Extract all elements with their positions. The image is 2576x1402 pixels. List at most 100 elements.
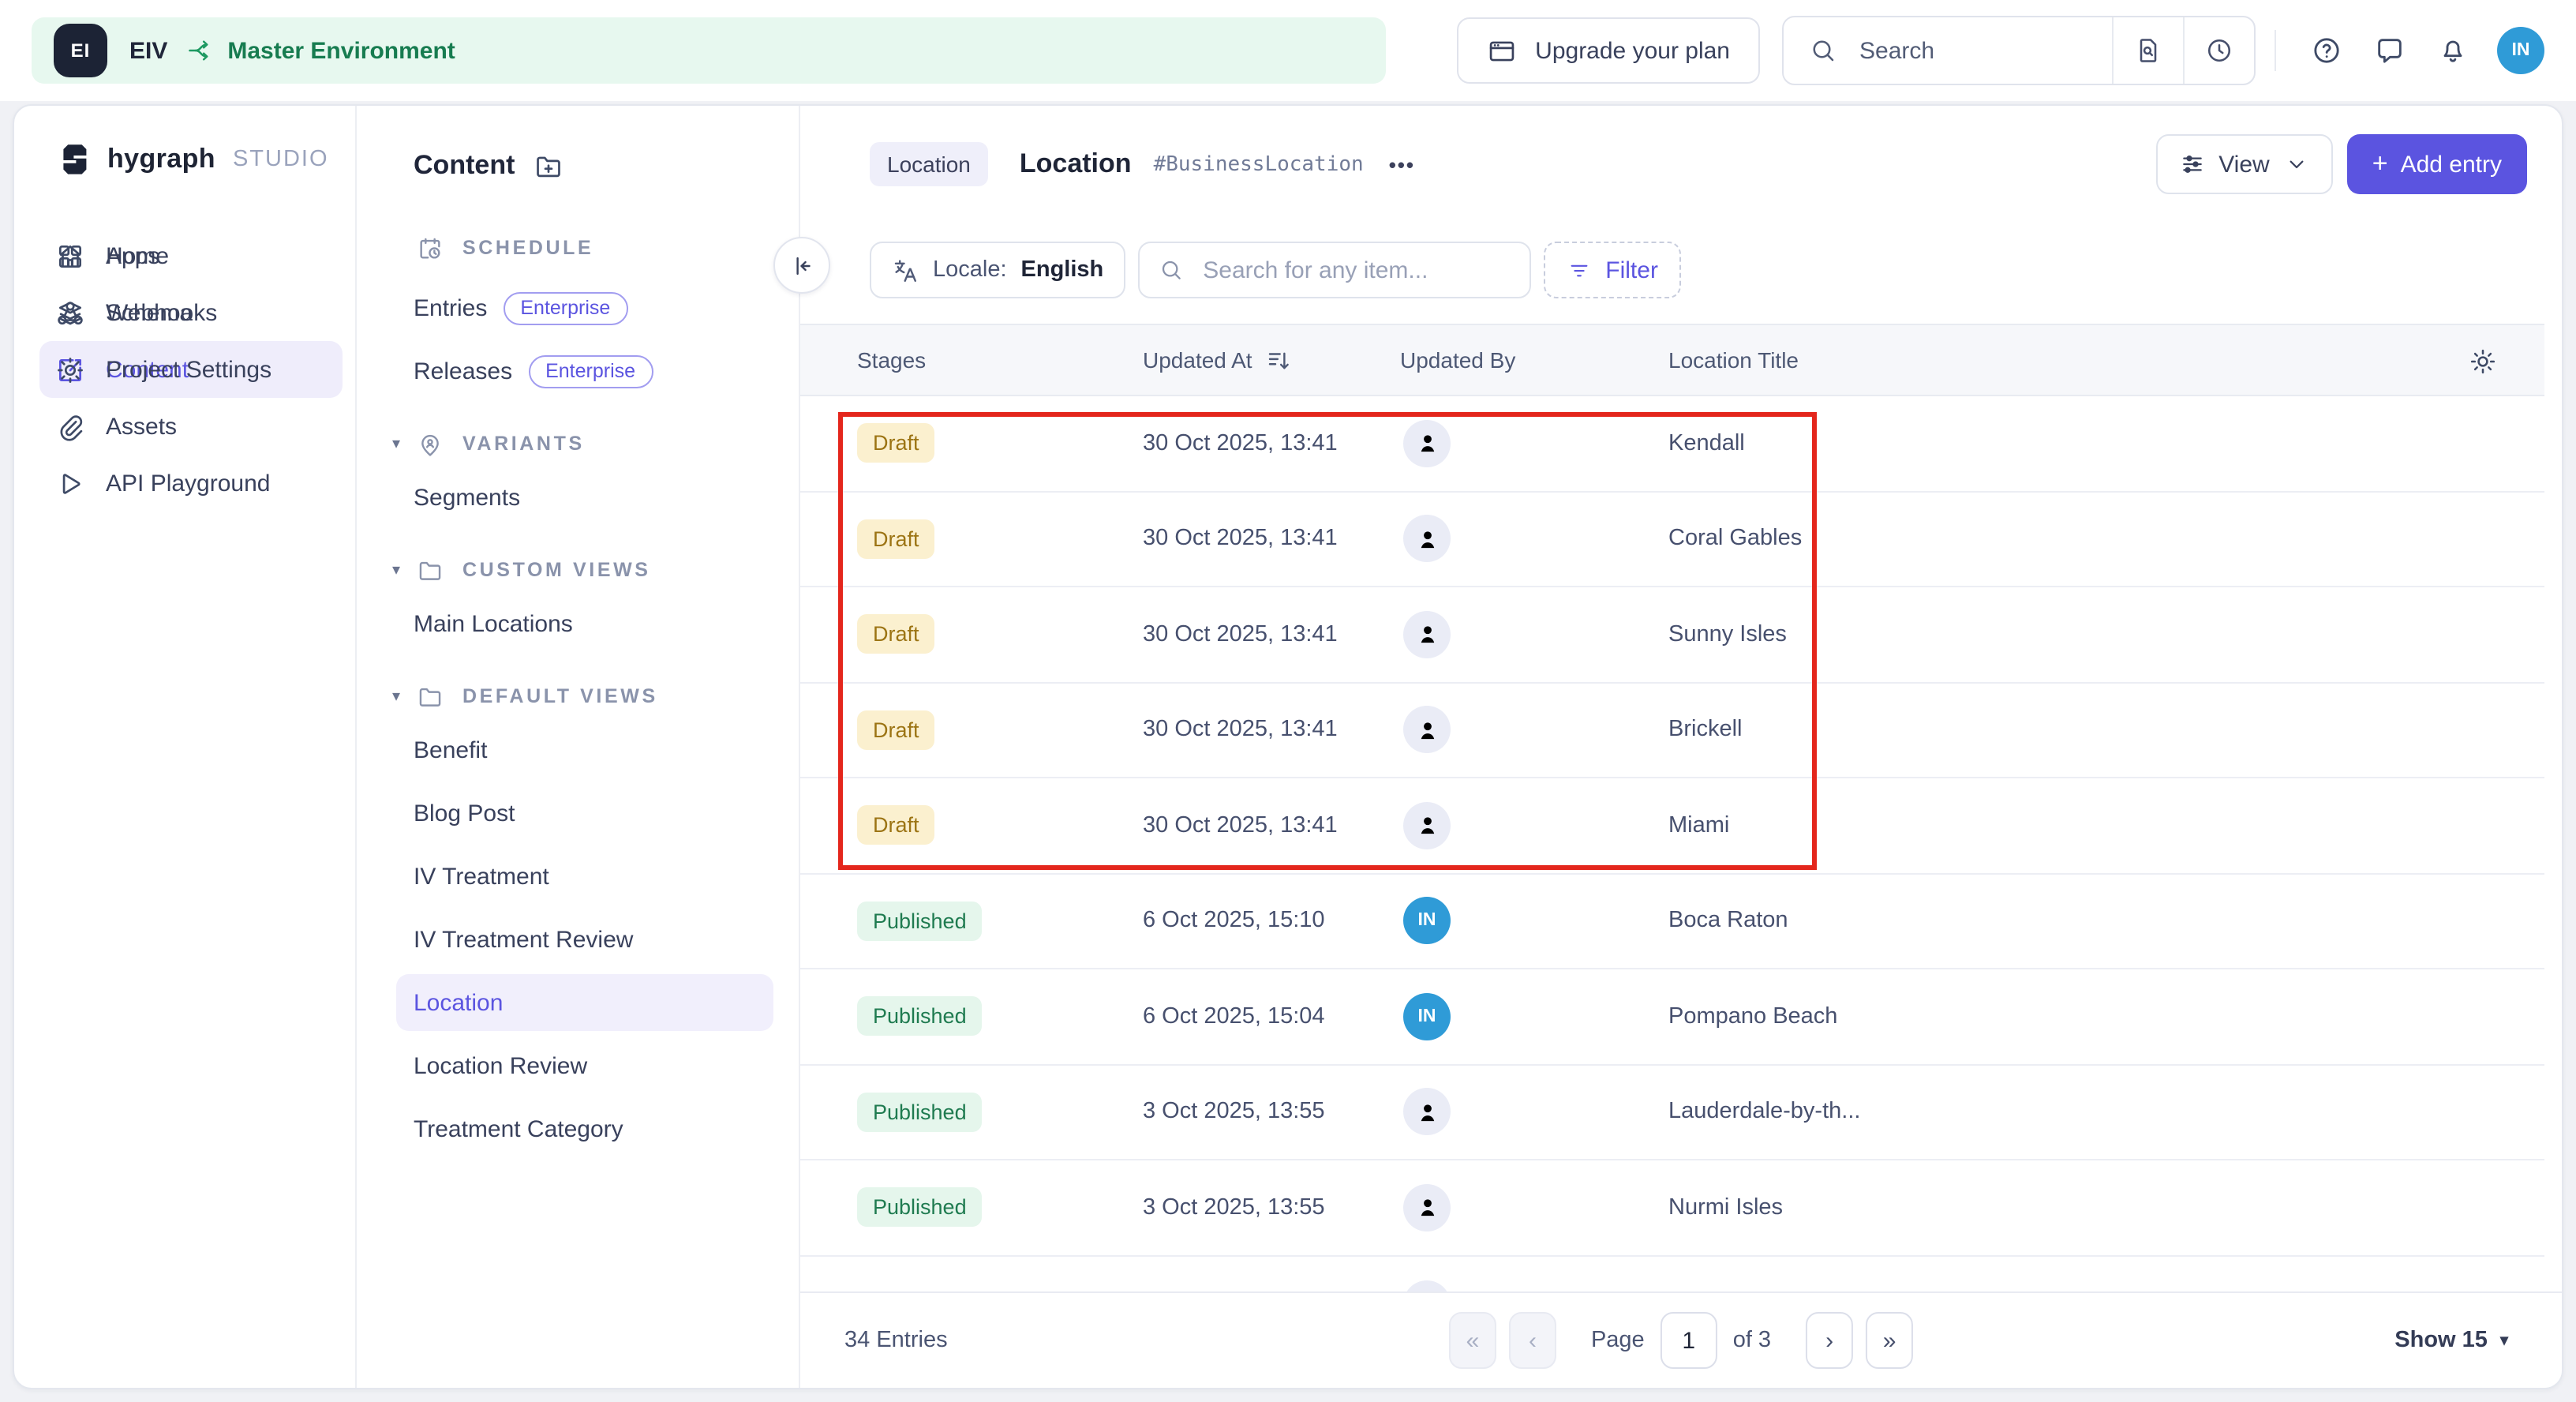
user-avatar[interactable]: IN [2497, 27, 2544, 74]
table-row-brickell[interactable]: Draft 30 Oct 2025, 13:41 Brickell [800, 683, 2544, 778]
locale-selector[interactable]: Locale: English [870, 242, 1125, 298]
table-row-partial[interactable] [800, 1256, 2544, 1296]
view-item-iv-treatment[interactable]: IV Treatment [396, 848, 773, 905]
filter-button[interactable]: Filter [1544, 242, 1682, 298]
sidebar-item-apps[interactable]: Apps [39, 227, 343, 284]
section-label: VARIANTS [462, 433, 585, 455]
view-item-treatment-category[interactable]: Treatment Category [396, 1100, 773, 1157]
table-row-boca-raton[interactable]: Published 6 Oct 2025, 15:10 IN Boca Rato… [800, 874, 2544, 969]
page-number-input[interactable] [1661, 1312, 1717, 1369]
next-page-button[interactable]: › [1806, 1312, 1853, 1369]
section-schedule: ▾ SCHEDULE Entries Enterprise Releases E… [357, 229, 799, 399]
section-header-schedule[interactable]: ▾ SCHEDULE [357, 229, 799, 267]
location-title-cell: Nurmi Isles [1668, 1195, 2544, 1220]
view-item-benefit[interactable]: Benefit [396, 722, 773, 778]
upgrade-plan-label: Upgrade your plan [1535, 37, 1730, 64]
location-title-cell: Brickell [1668, 718, 2544, 743]
stage-badge: Draft [857, 615, 935, 654]
filter-button-label: Filter [1605, 257, 1658, 283]
view-item-releases[interactable]: Releases Enterprise [396, 343, 773, 399]
sidebar-item-label: Apps [106, 242, 159, 269]
help-button[interactable] [2295, 19, 2358, 82]
add-entry-label: Add entry [2401, 151, 2502, 178]
table-row-kendall[interactable]: Draft 30 Oct 2025, 13:41 Kendall [800, 396, 2544, 492]
stage-badge: Published [857, 997, 983, 1037]
enterprise-badge: Enterprise [503, 291, 627, 324]
main-sidebar: hygraph STUDIO Home Schema Content Asset… [14, 106, 357, 1388]
updated-at-cell: 6 Oct 2025, 15:04 [1143, 1004, 1400, 1029]
sidebar-item-project-settings[interactable]: Project Settings [39, 341, 343, 398]
item-search-input[interactable] [1200, 255, 1520, 285]
caret-down-icon: ▾ [379, 561, 414, 579]
notifications-button[interactable] [2421, 19, 2484, 82]
collapse-panel-button[interactable] [773, 237, 830, 294]
view-item-label: Releases [414, 358, 512, 384]
prev-page-button[interactable]: ‹ [1509, 1312, 1556, 1369]
table-row-pompano-beach[interactable]: Published 6 Oct 2025, 15:04 IN Pompano B… [800, 969, 2544, 1065]
page-of-label: of 3 [1733, 1328, 1771, 1353]
location-title-cell: Boca Raton [1668, 909, 2544, 934]
column-header-updated-at[interactable]: Updated At [1143, 347, 1400, 373]
avatar [1403, 515, 1451, 563]
project-avatar[interactable]: EI [54, 24, 107, 77]
upgrade-plan-button[interactable]: Upgrade your plan [1456, 17, 1760, 84]
global-search-group: Search [1782, 16, 2256, 85]
column-header-stages[interactable]: Stages [857, 347, 1143, 373]
view-item-label: Location Review [414, 1052, 587, 1079]
document-search-button[interactable] [2112, 17, 2183, 84]
table-row-coral-gables[interactable]: Draft 30 Oct 2025, 13:41 Coral Gables [800, 492, 2544, 587]
first-page-button[interactable]: « [1449, 1312, 1496, 1369]
logo[interactable]: hygraph STUDIO [55, 141, 329, 178]
translate-icon [892, 257, 919, 283]
section-header-custom-views[interactable]: ▾ CUSTOM VIEWS [357, 551, 799, 589]
feedback-button[interactable] [2358, 19, 2421, 82]
column-settings-button[interactable] [2469, 325, 2497, 398]
global-search[interactable]: Search [1784, 17, 2112, 84]
view-item-location-review[interactable]: Location Review [396, 1037, 773, 1094]
page-title: Location [1020, 148, 1132, 180]
view-item-main-locations[interactable]: Main Locations [396, 595, 773, 652]
sidebar-item-label: Webhooks [106, 299, 217, 326]
section-label: CUSTOM VIEWS [462, 559, 651, 581]
view-item-entries[interactable]: Entries Enterprise [396, 279, 773, 336]
view-item-segments[interactable]: Segments [396, 469, 773, 526]
add-entry-button[interactable]: + Add entry [2347, 134, 2527, 194]
schedule-icon [417, 234, 444, 261]
avatar [1403, 1184, 1451, 1231]
sidebar-item-webhooks[interactable]: Webhooks [39, 284, 343, 341]
table-row-nurmi-isles[interactable]: Published 3 Oct 2025, 13:55 Nurmi Isles [800, 1160, 2544, 1256]
chevron-down-icon [2284, 152, 2309, 177]
variants-icon [417, 430, 444, 457]
view-item-location[interactable]: Location [396, 974, 773, 1031]
view-item-iv-treatment-review[interactable]: IV Treatment Review [396, 911, 773, 968]
section-header-default-views[interactable]: ▾ DEFAULT VIEWS [357, 677, 799, 715]
view-button[interactable]: View [2155, 134, 2333, 194]
stage-badge: Published [857, 1093, 983, 1132]
table-row-sunny-isles[interactable]: Draft 30 Oct 2025, 13:41 Sunny Isles [800, 587, 2544, 683]
last-page-button[interactable]: » [1866, 1312, 1913, 1369]
table-row-lauderdale-by-th[interactable]: Published 3 Oct 2025, 13:55 Lauderdale-b… [800, 1065, 2544, 1160]
folder-icon [417, 557, 444, 583]
column-header-location-title[interactable]: Location Title [1668, 347, 2544, 373]
location-title-cell: Lauderdale-by-th... [1668, 1100, 2544, 1125]
logo-suffix: STUDIO [233, 147, 329, 172]
model-menu-button[interactable]: ••• [1389, 152, 1415, 176]
updated-at-cell: 3 Oct 2025, 13:55 [1143, 1195, 1400, 1220]
main-area: Location Location #BusinessLocation ••• … [800, 106, 2562, 1388]
document-search-icon [2134, 36, 2162, 65]
view-item-blog-post[interactable]: Blog Post [396, 785, 773, 842]
folder-plus-icon[interactable] [534, 151, 564, 181]
updated-at-cell: 6 Oct 2025, 15:10 [1143, 909, 1400, 934]
environment-pill[interactable]: EI EIV Master Environment [32, 17, 1386, 84]
column-header-updated-by[interactable]: Updated By [1400, 347, 1668, 373]
avatar: IN [1403, 898, 1451, 945]
table-row-miami[interactable]: Draft 30 Oct 2025, 13:41 Miami [800, 778, 2544, 874]
history-button[interactable] [2183, 17, 2254, 84]
settings-icon [55, 354, 85, 384]
section-header-variants[interactable]: ▾ VARIANTS [357, 425, 799, 463]
page-size-label: Show 15 [2394, 1328, 2488, 1353]
stage-badge: Draft [857, 424, 935, 463]
page-size-selector[interactable]: Show 15 ▾ [2394, 1328, 2508, 1353]
filter-row: Locale: English Filter [870, 242, 1682, 298]
section-label: DEFAULT VIEWS [462, 685, 658, 707]
